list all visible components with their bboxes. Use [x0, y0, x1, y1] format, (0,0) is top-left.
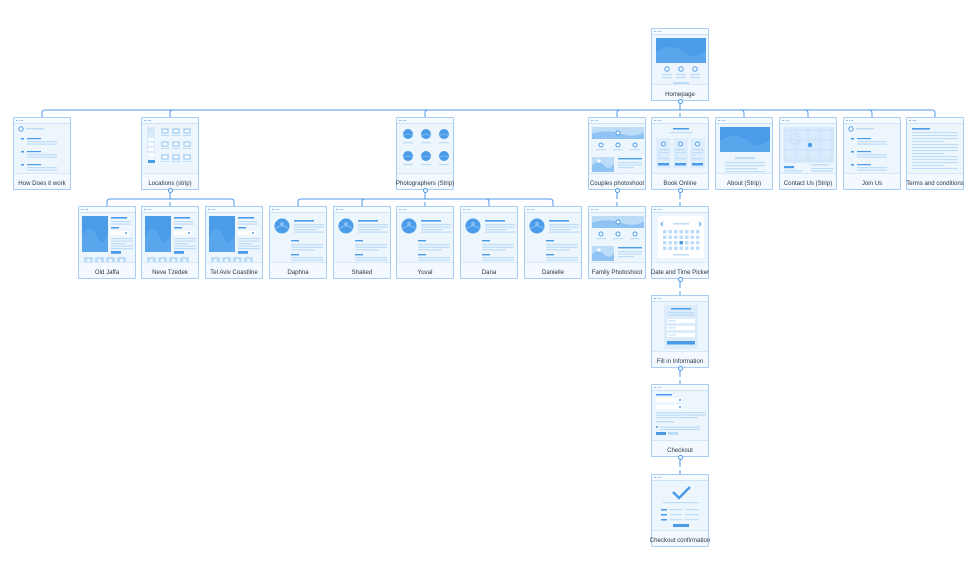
page-thumbnail: [848, 126, 887, 171]
connector-corner: [616, 109, 621, 114]
page-node-datetime[interactable]: Date and Time Picker: [651, 206, 709, 279]
page-thumbnail: [658, 216, 704, 258]
page-thumbnail: [209, 216, 260, 263]
page-thumbnail: [783, 127, 834, 174]
node-label: How Does it work: [18, 180, 66, 187]
page-node-terms[interactable]: Terms and conditions: [906, 117, 964, 190]
page-thumbnail: [664, 305, 698, 349]
connector-corner: [41, 109, 46, 114]
page-node-daphna[interactable]: Daphna: [269, 206, 327, 279]
connector-port[interactable]: [167, 187, 173, 193]
node-label: Fill in Information: [656, 358, 704, 365]
connector-corner: [230, 198, 235, 203]
page-node-about[interactable]: About (Strip): [715, 117, 773, 190]
page-thumbnail: [720, 127, 770, 173]
page-thumbnail: [529, 218, 579, 261]
page-thumbnail: [82, 216, 133, 263]
connector-corner: [549, 198, 554, 203]
page-thumbnail: [656, 38, 706, 84]
page-thumbnail: [402, 129, 450, 166]
page-node-yuval[interactable]: Yuval: [396, 206, 454, 279]
page-node-fill[interactable]: Fill in Information: [651, 295, 709, 368]
page-node-photographers[interactable]: Photographers (Strip): [396, 117, 454, 190]
page-thumbnail: [401, 218, 451, 261]
connector-corner: [361, 198, 366, 203]
page-thumbnail: [661, 486, 699, 527]
connector-corner: [169, 109, 174, 114]
connector-corner: [804, 109, 809, 114]
node-label: Checkout: [667, 447, 693, 454]
connector-corner: [868, 109, 873, 114]
connector-corner: [106, 198, 111, 203]
page-node-neve[interactable]: Neve Tzedek: [141, 206, 199, 279]
page-thumbnail: [656, 394, 706, 435]
connector-corner: [424, 109, 429, 114]
connector-lines: [41, 101, 936, 474]
page-thumbnail: [18, 126, 57, 171]
node-label: Photographers (Strip): [395, 180, 455, 187]
connector-port[interactable]: [677, 98, 683, 104]
connector-port[interactable]: [677, 454, 683, 460]
page-node-locations[interactable]: Locations (strip): [141, 117, 199, 190]
connector-corner: [485, 198, 490, 203]
connector-corner: [740, 109, 745, 114]
page-thumbnail: [656, 128, 705, 168]
page-thumbnail: [145, 216, 196, 263]
node-label: Date and Time Picker: [650, 269, 710, 276]
connector-corner: [297, 198, 302, 203]
connector-port[interactable]: [614, 187, 620, 193]
page-node-confirm[interactable]: Checkout confirmation: [650, 474, 710, 547]
page-thumbnail: [912, 128, 958, 170]
page-thumbnail: [465, 218, 515, 261]
page-node-checkout[interactable]: Checkout: [651, 384, 709, 457]
connector-corner: [931, 109, 936, 114]
page-node-homepage[interactable]: Homepage: [651, 28, 709, 101]
connector-port[interactable]: [422, 187, 428, 193]
connector-port[interactable]: [677, 365, 683, 371]
page-thumbnail: [274, 218, 324, 261]
connector-port[interactable]: [677, 187, 683, 193]
page-thumbnail: [592, 216, 644, 261]
node-label: Homepage: [665, 91, 695, 98]
node-label: Terms and conditions: [906, 180, 964, 187]
page-node-danielle[interactable]: Danielle: [524, 206, 582, 279]
page-thumbnail: [338, 218, 388, 261]
page-node-coast[interactable]: Tel Aviv Coastline: [205, 206, 263, 279]
page-thumbnail: [147, 127, 191, 163]
page-thumbnail: [592, 127, 644, 172]
connector-port[interactable]: [677, 276, 683, 282]
node-label: Locations (strip): [148, 180, 192, 187]
page-node-dana[interactable]: Dana: [460, 206, 518, 279]
node-label: Checkout confirmation: [649, 537, 711, 544]
page-node-contact[interactable]: Contact Us (Strip): [779, 117, 837, 190]
page-node-book[interactable]: Book Online: [651, 117, 709, 190]
connector-homepage: [41, 101, 936, 117]
page-node-how[interactable]: How Does it work: [13, 117, 71, 190]
